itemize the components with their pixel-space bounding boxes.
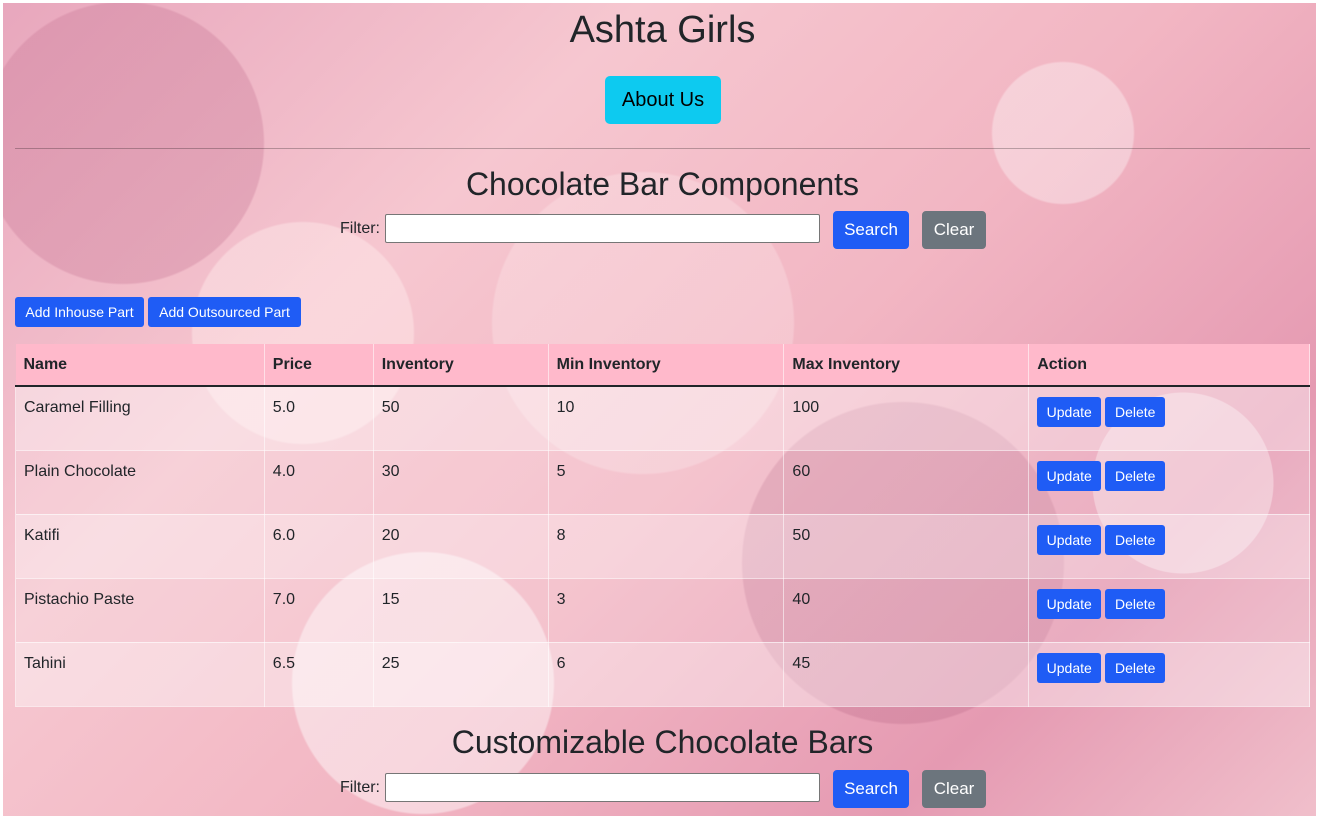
components-filter-form: Filter: Search Clear [15,211,1310,249]
products-clear-button[interactable]: Clear [922,770,986,808]
cell-inventory: 30 [373,450,549,515]
cell-max-inventory: 50 [783,514,1030,579]
cell-name: Plain Chocolate [15,450,265,515]
cell-min-inventory: 3 [548,578,785,643]
column-header: Max Inventory [783,344,1030,387]
table-row: Katifi 6.0 20 8 50 Update Delete [15,514,1310,579]
cell-name: Caramel Filling [15,386,265,451]
add-outsourced-part-button[interactable]: Add Outsourced Part [148,297,301,327]
column-header: Price [264,344,374,387]
cell-name: Pistachio Paste [15,578,265,643]
cell-inventory: 50 [373,386,549,451]
delete-button[interactable]: Delete [1105,652,1166,683]
cell-min-inventory: 8 [548,514,785,579]
cell-max-inventory: 100 [783,386,1030,451]
components-title: Chocolate Bar Components [465,166,860,202]
filter-label: Filter: [340,779,380,796]
site-title: Ashta Girls [569,9,756,51]
cell-max-inventory: 60 [783,450,1030,515]
column-header: Inventory [373,344,549,387]
table-row: Caramel Filling 5.0 50 10 100 Update Dele… [15,386,1310,451]
delete-button[interactable]: Delete [1105,397,1166,427]
cell-price: 6.5 [264,642,374,707]
cell-action: Update Delete [1028,386,1310,451]
column-header: Min Inventory [548,344,785,387]
cell-action: Update Delete [1028,450,1310,515]
cell-inventory: 20 [373,514,549,579]
parts-table: Name Price Inventory Min Inventory Max I… [15,344,1310,707]
cell-price: 4.0 [264,450,374,515]
products-filter-input[interactable] [385,773,820,802]
table-row: Pistachio Paste 7.0 15 3 40 Update Delete [15,578,1310,643]
about-us-button[interactable]: About Us [605,76,721,124]
cell-min-inventory: 6 [548,642,785,707]
cell-action: Update Delete [1028,578,1310,643]
components-clear-button[interactable]: Clear [922,211,986,249]
cell-max-inventory: 45 [783,642,1030,707]
add-inhouse-part-button[interactable]: Add Inhouse Part [15,297,144,327]
cell-max-inventory: 40 [783,578,1030,643]
update-button[interactable]: Update [1037,652,1102,683]
filter-label: Filter: [340,220,380,237]
table-row: Tahini 6.5 25 6 45 Update Delete [15,642,1310,707]
cell-min-inventory: 5 [548,450,785,515]
products-search-button[interactable]: Search [833,770,909,808]
cell-price: 5.0 [264,386,374,451]
cell-min-inventory: 10 [548,386,785,451]
components-filter-input[interactable] [385,214,820,243]
update-button[interactable]: Update [1037,588,1102,619]
products-title: Customizable Chocolate Bars [451,724,874,760]
delete-button[interactable]: Delete [1105,460,1166,491]
delete-button[interactable]: Delete [1105,524,1166,555]
cell-name: Katifi [15,514,265,579]
cell-action: Update Delete [1028,514,1310,579]
cell-price: 7.0 [264,578,374,643]
cell-inventory: 25 [373,642,549,707]
delete-button[interactable]: Delete [1105,588,1166,619]
update-button[interactable]: Update [1037,460,1102,491]
cell-price: 6.0 [264,514,374,579]
update-button[interactable]: Update [1037,524,1102,555]
divider [15,148,1310,149]
cell-inventory: 15 [373,578,549,643]
products-filter-form: Filter: Search Clear [15,770,1310,808]
cell-action: Update Delete [1028,642,1310,707]
table-header-row: Name Price Inventory Min Inventory Max I… [15,344,1310,387]
table-row: Plain Chocolate 4.0 30 5 60 Update Delete [15,450,1310,515]
column-header: Action [1028,344,1310,387]
column-header: Name [15,344,265,387]
cell-name: Tahini [15,642,265,707]
update-button[interactable]: Update [1037,397,1102,427]
components-search-button[interactable]: Search [833,211,909,249]
